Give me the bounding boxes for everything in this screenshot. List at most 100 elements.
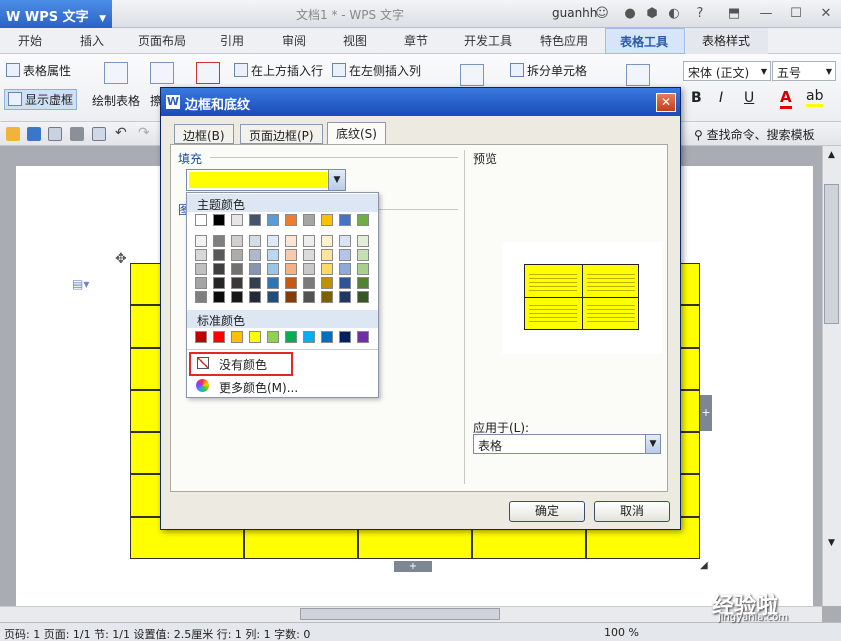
- color-swatch[interactable]: [321, 291, 333, 303]
- color-swatch[interactable]: [195, 263, 207, 275]
- italic-button[interactable]: I: [719, 90, 723, 106]
- split-cells-button[interactable]: 拆分单元格: [510, 62, 587, 79]
- user-name[interactable]: guanhh: [552, 6, 597, 20]
- color-swatch[interactable]: [231, 277, 243, 289]
- show-gridlines-button[interactable]: 显示虚框: [4, 89, 78, 110]
- color-swatch[interactable]: [357, 277, 369, 289]
- tab-review[interactable]: 审阅: [282, 32, 306, 49]
- bold-button[interactable]: B: [691, 90, 702, 106]
- color-swatch[interactable]: [249, 277, 261, 289]
- color-swatch[interactable]: [303, 235, 315, 247]
- settings-icon[interactable]: ⬢: [642, 4, 662, 24]
- dialog-close-button[interactable]: ✕: [656, 93, 676, 112]
- color-swatch[interactable]: [339, 291, 351, 303]
- merge-cells-icon[interactable]: [460, 64, 484, 86]
- color-swatch[interactable]: [303, 214, 315, 226]
- restore-ribbon-icon[interactable]: ⬒: [724, 4, 744, 24]
- scroll-down-arrow-icon[interactable]: ▼: [824, 538, 839, 552]
- table-style-icon[interactable]: [626, 64, 650, 86]
- shield-icon[interactable]: ●: [620, 4, 640, 24]
- chevron-down-icon[interactable]: ▼: [645, 435, 660, 453]
- color-swatch[interactable]: [267, 235, 279, 247]
- save-icon[interactable]: [27, 127, 41, 141]
- color-swatch[interactable]: [285, 214, 297, 226]
- maximize-icon[interactable]: ☐: [786, 4, 806, 24]
- tab-home[interactable]: 开始: [18, 32, 42, 49]
- paragraph-mark-icon[interactable]: ▤▾: [72, 277, 89, 291]
- color-swatch[interactable]: [357, 214, 369, 226]
- color-swatch[interactable]: [195, 291, 207, 303]
- color-swatch[interactable]: [195, 214, 207, 226]
- color-swatch[interactable]: [321, 235, 333, 247]
- insert-col-left-button[interactable]: 在左侧插入列: [332, 62, 421, 79]
- minimize-icon[interactable]: —: [756, 4, 776, 24]
- table-properties-button[interactable]: 表格属性: [6, 62, 71, 79]
- font-size-select[interactable]: 五号 ▼: [772, 61, 836, 81]
- color-swatch[interactable]: [267, 263, 279, 275]
- draw-table-button[interactable]: 绘制表格: [92, 92, 140, 109]
- color-swatch[interactable]: [285, 277, 297, 289]
- color-swatch[interactable]: [267, 331, 279, 343]
- color-swatch[interactable]: [213, 214, 225, 226]
- tab-special[interactable]: 特色应用: [540, 32, 588, 49]
- color-swatch[interactable]: [303, 249, 315, 261]
- tab-shading[interactable]: 底纹(S): [327, 122, 386, 145]
- color-swatch[interactable]: [213, 291, 225, 303]
- scroll-up-arrow-icon[interactable]: ▲: [824, 150, 839, 164]
- color-swatch[interactable]: [303, 291, 315, 303]
- vertical-scroll-thumb[interactable]: [824, 184, 839, 324]
- font-name-select[interactable]: 宋体 (正文) ▼: [683, 61, 771, 81]
- color-swatch[interactable]: [213, 277, 225, 289]
- color-swatch[interactable]: [231, 263, 243, 275]
- color-swatch[interactable]: [249, 214, 261, 226]
- color-swatch[interactable]: [321, 331, 333, 343]
- color-swatch[interactable]: [231, 214, 243, 226]
- font-color-icon[interactable]: A: [780, 88, 792, 109]
- wps-menu-button[interactable]: W WPS 文字 ▼: [0, 0, 112, 28]
- apply-to-select[interactable]: 表格: [473, 434, 661, 454]
- color-swatch[interactable]: [339, 249, 351, 261]
- tab-page-layout[interactable]: 页面布局: [138, 32, 186, 49]
- color-swatch[interactable]: [231, 331, 243, 343]
- color-swatch[interactable]: [357, 249, 369, 261]
- chevron-down-icon[interactable]: ▼: [328, 170, 345, 190]
- color-swatch[interactable]: [357, 263, 369, 275]
- color-swatch[interactable]: [285, 263, 297, 275]
- color-swatch[interactable]: [285, 291, 297, 303]
- tab-table-tools[interactable]: 表格工具: [605, 28, 685, 54]
- color-swatch[interactable]: [285, 249, 297, 261]
- color-swatch[interactable]: [321, 263, 333, 275]
- tab-table-style[interactable]: 表格样式: [686, 28, 768, 54]
- color-swatch[interactable]: [339, 263, 351, 275]
- ok-button[interactable]: 确定: [509, 501, 585, 522]
- print-icon[interactable]: [70, 127, 84, 141]
- help-icon[interactable]: ?: [690, 4, 710, 24]
- color-swatch[interactable]: [249, 263, 261, 275]
- color-swatch[interactable]: [231, 235, 243, 247]
- tab-references[interactable]: 引用: [220, 32, 244, 49]
- close-window-icon[interactable]: ✕: [816, 4, 836, 24]
- zoom-level[interactable]: 100 %: [604, 626, 639, 639]
- color-swatch[interactable]: [285, 331, 297, 343]
- cancel-button[interactable]: 取消: [594, 501, 670, 522]
- color-swatch[interactable]: [231, 249, 243, 261]
- color-swatch[interactable]: [249, 249, 261, 261]
- color-swatch[interactable]: [267, 249, 279, 261]
- color-swatch[interactable]: [195, 331, 207, 343]
- color-swatch[interactable]: [357, 235, 369, 247]
- color-swatch[interactable]: [339, 331, 351, 343]
- color-swatch[interactable]: [195, 277, 207, 289]
- color-swatch[interactable]: [339, 277, 351, 289]
- delete-table-icon[interactable]: [196, 62, 220, 84]
- tab-borders[interactable]: 边框(B): [174, 124, 234, 144]
- export-pdf-icon[interactable]: [48, 127, 62, 141]
- color-swatch[interactable]: [321, 277, 333, 289]
- color-swatch[interactable]: [213, 235, 225, 247]
- color-swatch[interactable]: [267, 291, 279, 303]
- color-swatch[interactable]: [339, 235, 351, 247]
- color-swatch[interactable]: [303, 331, 315, 343]
- color-swatch[interactable]: [249, 235, 261, 247]
- add-column-icon[interactable]: +: [700, 395, 712, 431]
- print-preview-icon[interactable]: [92, 127, 106, 141]
- color-swatch[interactable]: [285, 235, 297, 247]
